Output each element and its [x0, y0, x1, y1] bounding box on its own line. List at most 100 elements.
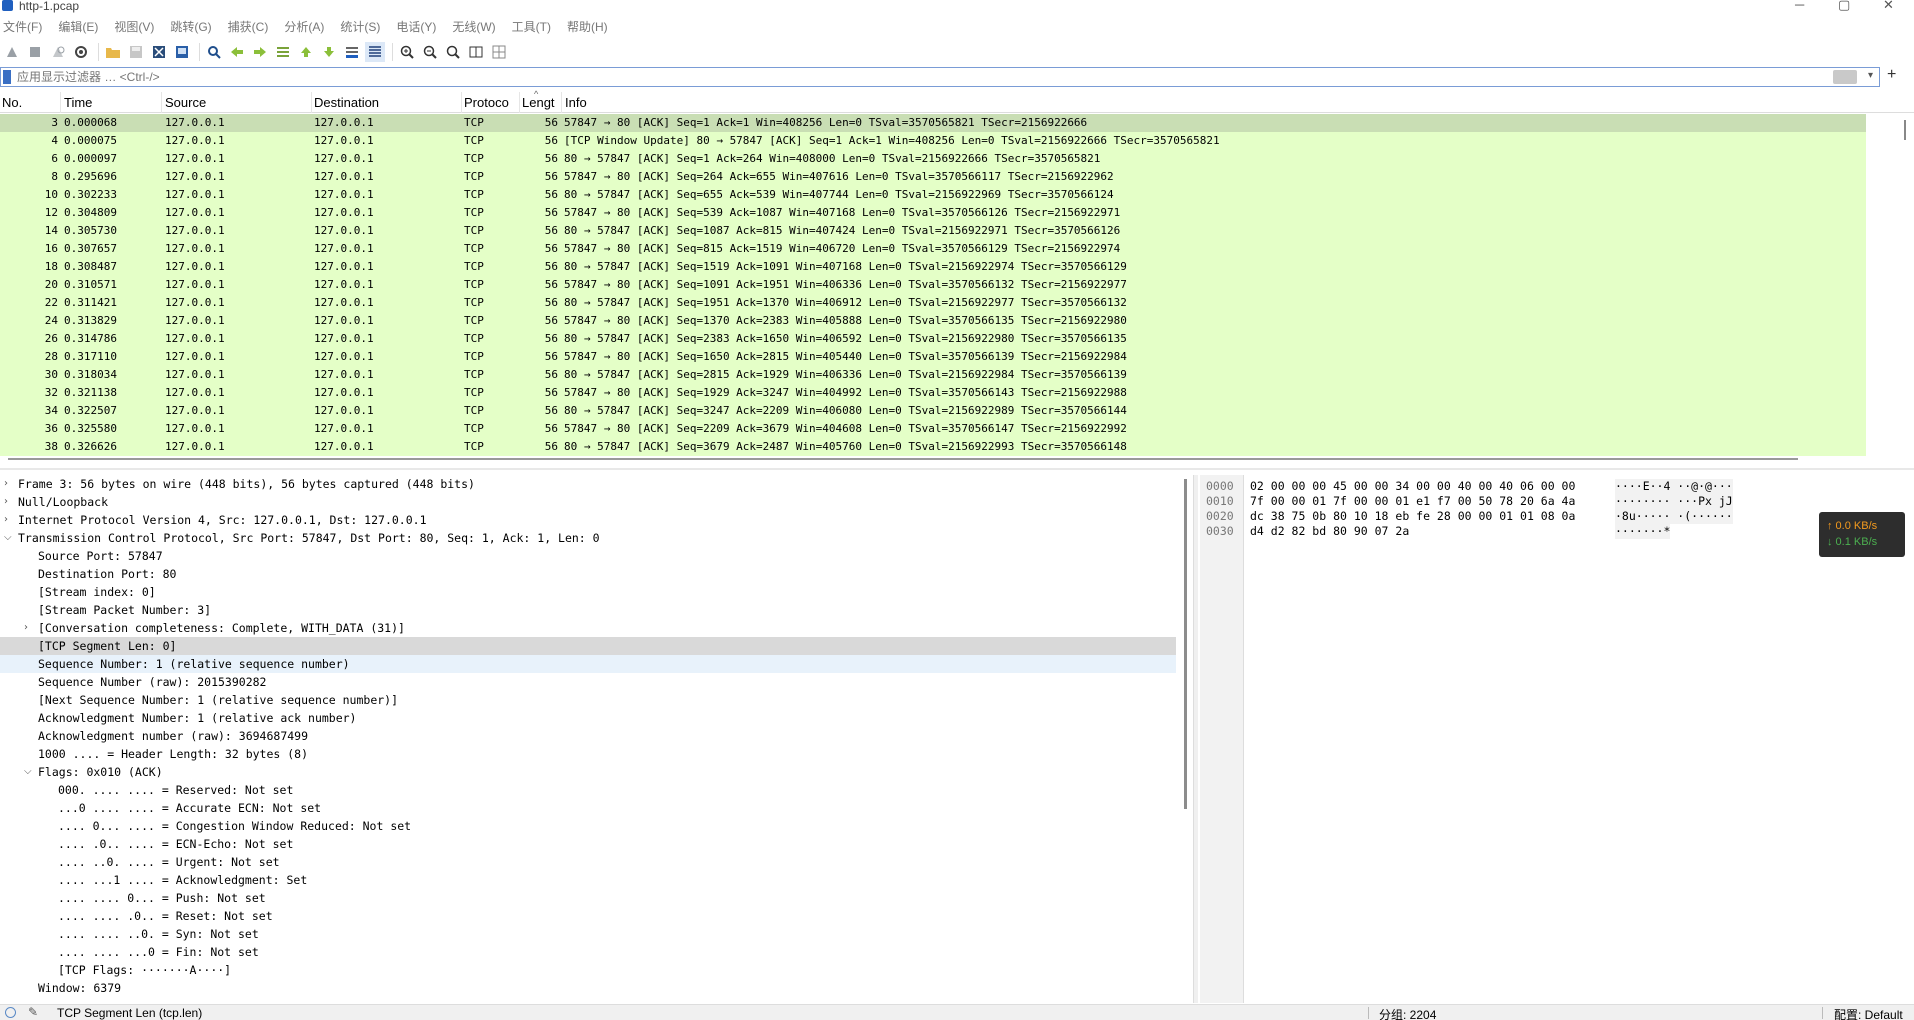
column-header-length[interactable]: Lengt	[520, 92, 562, 113]
column-header-no[interactable]: No.	[0, 92, 61, 113]
menu-wireless[interactable]: 无线(W)	[449, 17, 502, 37]
apply-filter-icon[interactable]	[1833, 70, 1857, 84]
details-tree-item[interactable]: .... .... ..0. = Syn: Not set	[0, 925, 1176, 943]
layout-icon[interactable]	[489, 42, 509, 62]
menu-view[interactable]: 视图(V)	[111, 17, 161, 37]
capture-options-icon[interactable]	[71, 42, 91, 62]
colorize-icon[interactable]	[365, 42, 385, 62]
details-scrollbar[interactable]	[1182, 475, 1190, 1003]
packet-row[interactable]: 3 0.000068 127.0.0.1 127.0.0.1 TCP 56 57847 → …	[0, 114, 1866, 132]
packet-row[interactable]: 4 0.000075 127.0.0.1 127.0.0.1 TCP 56 [TCP Win…	[0, 132, 1866, 150]
details-tree-item[interactable]: › Frame 3: 56 bytes on wire (448 bits), 5…	[0, 475, 1176, 493]
menu-file[interactable]: 文件(F)	[0, 17, 49, 37]
pane-splitter-vertical[interactable]	[1193, 475, 1198, 1003]
packet-row[interactable]: 32 0.321138 127.0.0.1 127.0.0.1 TCP 56 57847 →…	[0, 384, 1866, 402]
menu-go[interactable]: 跳转(G)	[167, 17, 218, 37]
chevron-down-icon[interactable]: ⌵	[4, 529, 14, 547]
details-tree-item[interactable]: › Null/Loopback	[0, 493, 1176, 511]
column-header-protocol[interactable]: Protoco	[462, 92, 520, 113]
go-back-icon[interactable]	[227, 42, 247, 62]
auto-scroll-icon[interactable]	[342, 42, 362, 62]
minimize-icon[interactable]: ─	[1795, 0, 1804, 12]
details-tree-item[interactable]: › [Conversation completeness: Complete, W…	[0, 619, 1176, 637]
column-header-time[interactable]: Time	[61, 92, 162, 113]
menu-statistics[interactable]: 统计(S)	[337, 17, 387, 37]
zoom-in-icon[interactable]	[397, 42, 417, 62]
packet-list-hscrollbar[interactable]	[0, 458, 1800, 462]
capture-status-icon[interactable]	[5, 1007, 16, 1018]
packet-row[interactable]: 18 0.308487 127.0.0.1 127.0.0.1 TCP 56 80 → 57…	[0, 258, 1866, 276]
details-tree-item[interactable]: 000. .... .... = Reserved: Not set	[0, 781, 1176, 799]
menu-edit[interactable]: 编辑(E)	[55, 17, 105, 37]
normal-size-icon[interactable]	[443, 42, 463, 62]
pane-splitter[interactable]	[0, 468, 1914, 470]
packet-row[interactable]: 26 0.314786 127.0.0.1 127.0.0.1 TCP 56 80 → 57…	[0, 330, 1866, 348]
details-tree-item[interactable]: ⌵ Flags: 0x010 (ACK)	[0, 763, 1176, 781]
menu-tools[interactable]: 工具(T)	[509, 17, 558, 37]
add-filter-button-icon[interactable]: +	[1887, 66, 1896, 84]
packet-row[interactable]: 22 0.311421 127.0.0.1 127.0.0.1 TCP 56 80 → 57…	[0, 294, 1866, 312]
packet-row[interactable]: 10 0.302233 127.0.0.1 127.0.0.1 TCP 56 80 → 57…	[0, 186, 1866, 204]
packet-row[interactable]: 36 0.325580 127.0.0.1 127.0.0.1 TCP 56 57847 →…	[0, 420, 1866, 438]
packet-row[interactable]: 38 0.326626 127.0.0.1 127.0.0.1 TCP 56 80 → 57…	[0, 438, 1866, 456]
bytes-row[interactable]: 0020 dc 38 75 0b 80 10 18 eb fe 28 00 00 …	[1200, 509, 1914, 524]
menu-capture[interactable]: 捕获(C)	[225, 17, 276, 37]
details-tree-item[interactable]: .... .... .0.. = Reset: Not set	[0, 907, 1176, 925]
details-tree-item[interactable]: [TCP Segment Len: 0]	[0, 637, 1176, 655]
chevron-down-icon[interactable]: ⌵	[24, 763, 34, 781]
resize-columns-icon[interactable]	[466, 42, 486, 62]
bytes-row[interactable]: 0000 02 00 00 00 45 00 00 34 00 00 40 00 …	[1200, 479, 1914, 494]
go-first-icon[interactable]	[296, 42, 316, 62]
packet-row[interactable]: 6 0.000097 127.0.0.1 127.0.0.1 TCP 56 80 → 578…	[0, 150, 1866, 168]
packet-row[interactable]: 30 0.318034 127.0.0.1 127.0.0.1 TCP 56 80 → 57…	[0, 366, 1866, 384]
details-tree-item[interactable]: Destination Port: 80	[0, 565, 1176, 583]
start-capture-icon[interactable]	[2, 42, 22, 62]
column-header-destination[interactable]: Destination	[312, 92, 462, 113]
details-tree-item[interactable]: [Stream index: 0]	[0, 583, 1176, 601]
details-tree-item[interactable]: .... .... 0... = Push: Not set	[0, 889, 1176, 907]
packet-list-scrollbar[interactable]	[1866, 114, 1914, 462]
chevron-right-icon[interactable]: ›	[24, 619, 34, 637]
details-tree-item[interactable]: 1000 .... = Header Length: 32 bytes (8)	[0, 745, 1176, 763]
chevron-down-icon[interactable]: ▾	[1868, 70, 1873, 81]
status-profile[interactable]: 配置: Default	[1834, 1006, 1903, 1020]
scrollbar-thumb[interactable]	[8, 458, 1798, 460]
menu-telephony[interactable]: 电话(Y)	[393, 17, 443, 37]
packet-row[interactable]: 24 0.313829 127.0.0.1 127.0.0.1 TCP 56 57847 →…	[0, 312, 1866, 330]
scrollbar-thumb[interactable]	[1904, 120, 1906, 140]
display-filter-input[interactable]	[17, 69, 1817, 85]
details-tree-item[interactable]: .... ..0. .... = Urgent: Not set	[0, 853, 1176, 871]
details-tree-item[interactable]: Source Port: 57847	[0, 547, 1176, 565]
details-tree-item[interactable]: Acknowledgment Number: 1 (relative ack n…	[0, 709, 1176, 727]
go-to-packet-icon[interactable]	[273, 42, 293, 62]
restart-capture-icon[interactable]	[48, 42, 68, 62]
close-file-icon[interactable]	[149, 42, 169, 62]
packet-row[interactable]: 20 0.310571 127.0.0.1 127.0.0.1 TCP 56 57847 →…	[0, 276, 1866, 294]
menu-help[interactable]: 帮助(H)	[564, 17, 615, 37]
details-tree-item[interactable]: [Next Sequence Number: 1 (relative seque…	[0, 691, 1176, 709]
chevron-right-icon[interactable]: ›	[4, 475, 14, 493]
packet-row[interactable]: 8 0.295696 127.0.0.1 127.0.0.1 TCP 56 57847 → …	[0, 168, 1866, 186]
details-tree-item[interactable]: [Stream Packet Number: 3]	[0, 601, 1176, 619]
edit-comment-icon[interactable]: ✎	[28, 1005, 38, 1019]
packet-row[interactable]: 14 0.305730 127.0.0.1 127.0.0.1 TCP 56 80 → 57…	[0, 222, 1866, 240]
chevron-right-icon[interactable]: ›	[4, 493, 14, 511]
packet-row[interactable]: 12 0.304809 127.0.0.1 127.0.0.1 TCP 56 57847 →…	[0, 204, 1866, 222]
bytes-row[interactable]: 0030 d4 d2 82 bd 80 90 07 2a ·······*	[1200, 524, 1914, 539]
details-tree-item[interactable]: .... ...1 .... = Acknowledgment: Set	[0, 871, 1176, 889]
details-tree-item[interactable]: ...0 .... .... = Accurate ECN: Not set	[0, 799, 1176, 817]
stop-capture-icon[interactable]	[25, 42, 45, 62]
details-tree-item[interactable]: Sequence Number (raw): 2015390282	[0, 673, 1176, 691]
go-forward-icon[interactable]	[250, 42, 270, 62]
details-tree-item[interactable]: [TCP Flags: ·······A····]	[0, 961, 1176, 979]
go-last-icon[interactable]	[319, 42, 339, 62]
save-file-icon[interactable]	[126, 42, 146, 62]
zoom-out-icon[interactable]	[420, 42, 440, 62]
details-tree-item[interactable]: Window: 6379	[0, 979, 1176, 997]
details-tree-item[interactable]: Sequence Number: 1 (relative sequence nu…	[0, 655, 1176, 673]
packet-row[interactable]: 34 0.322507 127.0.0.1 127.0.0.1 TCP 56 80 → 57…	[0, 402, 1866, 420]
scrollbar-thumb[interactable]	[1184, 479, 1187, 809]
bytes-row[interactable]: 0010 7f 00 00 01 7f 00 00 01 e1 f7 00 50 …	[1200, 494, 1914, 509]
find-packet-icon[interactable]	[204, 42, 224, 62]
packet-row[interactable]: 28 0.317110 127.0.0.1 127.0.0.1 TCP 56 57847 →…	[0, 348, 1866, 366]
